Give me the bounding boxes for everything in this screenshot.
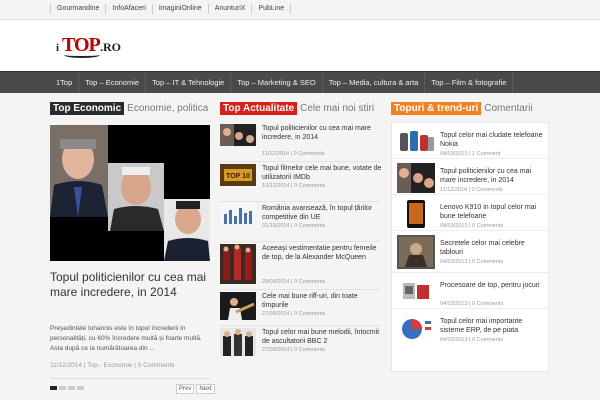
list-item-title[interactable]: Secretele celor mai celebre tablouri	[440, 239, 548, 257]
slider-pager: Prev Next	[176, 384, 215, 394]
top10-thumb[interactable]: TOP 10	[220, 164, 256, 186]
list-item-title[interactable]: Cele mai bune riff-uri, din toate timpur…	[262, 292, 382, 310]
chart-thumb[interactable]	[220, 204, 256, 226]
section-tag[interactable]: Topuri & trend-uri	[391, 102, 482, 115]
nav-item-economie[interactable]: Top – Economie	[79, 72, 147, 93]
list-item[interactable]: Topul politicienilor cu cea mai mare inc…	[220, 122, 380, 162]
slider-dot[interactable]	[68, 386, 75, 390]
list-item[interactable]: TOP 10 Topul filmelor cele mai bune, vot…	[220, 162, 382, 202]
band-thumb[interactable]	[220, 328, 256, 356]
fashion-thumb[interactable]	[220, 244, 256, 284]
network-link[interactable]: PubLine	[251, 4, 292, 14]
main-nav: 1Top Top – Economie Top – IT & Tehnologi…	[0, 71, 600, 93]
feature-title[interactable]: Topul politicienilor cu cea mai mare inc…	[50, 270, 215, 300]
list-item-meta: 11/12/2014 | 0 Comments	[262, 151, 325, 157]
prev-button[interactable]: Prev	[176, 384, 195, 394]
section-tag[interactable]: Top Actualitate	[220, 102, 298, 115]
nav-item-marketing[interactable]: Top – Marketing & SEO	[231, 72, 323, 93]
section-title-actualitate: Top Actualitate Cele mai noi stiri	[220, 102, 374, 115]
site-logo[interactable]: i TOP .RO	[56, 34, 136, 58]
politicians-thumb[interactable]	[397, 163, 435, 193]
logo-ro: .RO	[100, 40, 121, 54]
list-item-title[interactable]: Topul politicienilor cu cea mai mare inc…	[440, 167, 548, 185]
list-item-title[interactable]: România avansează, în topul țărilor comp…	[262, 204, 382, 222]
logo-swoosh	[64, 52, 100, 58]
section-subtitle: Comentarii	[484, 103, 533, 114]
nav-item-1top[interactable]: 1Top	[50, 72, 80, 93]
list-item-title[interactable]: Lenovo K910 in topul celor mai bune tele…	[440, 203, 548, 221]
list-item[interactable]: Procesoare de top, pentru jocuri 04/03/2…	[392, 273, 548, 309]
network-link[interactable]: InfoAfaceri	[105, 4, 151, 14]
list-item-meta: 04/03/2013 | 0 Comments	[440, 301, 504, 307]
section-subtitle: Economie, politica	[127, 103, 209, 114]
next-button[interactable]: Next	[196, 384, 215, 394]
divider	[50, 378, 210, 379]
section-title-trenduri: Topuri & trend-uri Comentarii	[391, 102, 533, 115]
trends-panel: Topul celor mai cludate telefoane Nokia …	[391, 122, 549, 372]
list-item[interactable]: Lenovo K910 in topul celor mai bune tele…	[392, 195, 548, 231]
phones-thumb[interactable]	[397, 127, 435, 157]
list-item[interactable]: Secretele celor mai celebre tablouri 04/…	[392, 231, 548, 273]
slider-dot-active[interactable]	[50, 386, 57, 390]
list-item[interactable]: Cele mai bune riff-uri, din toate timpur…	[220, 290, 380, 326]
list-item-title[interactable]: Topul celor mai bune melodii, întocmit d…	[262, 328, 382, 346]
section-subtitle: Cele mai noi stiri	[300, 103, 375, 114]
top-bar: Gourmandine InfoAfaceri ImaginiOnline An…	[0, 0, 600, 20]
feature-meta: 11/12/2014 | Top - Economie | 0 Comments	[50, 362, 175, 369]
list-item[interactable]: Topul celor mai importante sisteme ERP, …	[392, 309, 548, 345]
slider-dot[interactable]	[59, 386, 66, 390]
list-item-meta: 04/03/2013 | 1 Comment	[440, 151, 501, 157]
list-item-title[interactable]: Topul celor mai cludate telefoane Nokia	[440, 131, 548, 149]
list-item[interactable]: Aceeași vestimentatie pentru femeile de …	[220, 242, 380, 290]
list-item-title[interactable]: Topul celor mai importante sisteme ERP, …	[440, 317, 548, 335]
list-item[interactable]: Topul celor mai cludate telefoane Nokia …	[392, 123, 548, 159]
list-item-title[interactable]: Procesoare de top, pentru jocuri	[440, 281, 548, 290]
feature-excerpt: Președintele Iohannis este în topul încr…	[50, 325, 202, 352]
list-item-meta: 10/12/2014 | 0 Comments	[262, 183, 326, 189]
list-item-meta: 04/03/2013 | 0 Comments	[440, 223, 504, 229]
network-links: Gourmandine InfoAfaceri ImaginiOnline An…	[50, 4, 292, 14]
slider-dots	[50, 386, 84, 390]
lenovo-thumb[interactable]	[397, 199, 435, 229]
list-item-meta: 27/09/2014 | 0 Comments	[262, 311, 326, 317]
site-header: i TOP .RO	[0, 20, 600, 71]
section-tag[interactable]: Top Economic	[50, 102, 125, 115]
erp-thumb[interactable]	[397, 313, 435, 343]
slider-dot[interactable]	[77, 386, 84, 390]
guitar-thumb[interactable]	[220, 292, 256, 320]
news-list: Topul politicienilor cu cea mai mare inc…	[220, 122, 382, 362]
network-link[interactable]: AnunturiX	[207, 4, 252, 14]
list-item[interactable]: Topul celor mai bune melodii, întocmit d…	[220, 326, 380, 362]
logo-i: i	[56, 42, 60, 54]
list-item-meta: 01/10/2014 | 0 Comments	[262, 223, 326, 229]
list-item-meta: 29/09/2014 | 0 Comments	[262, 279, 326, 285]
cpu-thumb[interactable]	[397, 277, 435, 307]
list-item[interactable]: Topul politicienilor cu cea mai mare inc…	[392, 159, 548, 195]
list-item-meta: 04/03/2013 | 0 Comments	[440, 259, 504, 265]
section-title-economic: Top Economic Economie, politica	[50, 102, 208, 115]
list-item-title[interactable]: Aceeași vestimentatie pentru femeile de …	[262, 244, 382, 262]
list-item-meta: 04/03/2013 | 0 Comments	[440, 337, 504, 343]
painting-thumb[interactable]	[397, 235, 435, 269]
list-item-meta: 27/09/2014 | 0 Comments	[262, 347, 326, 353]
list-item-title[interactable]: Topul politicienilor cu cea mai mare inc…	[262, 124, 382, 142]
svg-text:TOP 10: TOP 10	[226, 173, 250, 180]
feature-image[interactable]	[50, 125, 210, 261]
politicians-thumb[interactable]	[220, 124, 256, 146]
nav-item-film[interactable]: Top – Film & fotografie	[425, 72, 514, 93]
nav-item-it[interactable]: Top – IT & Tehnologie	[146, 72, 232, 93]
list-item-title[interactable]: Topul filmelor cele mai bune, votate de …	[262, 164, 382, 182]
list-item-meta: 11/12/2014 | 0 Comments	[440, 187, 503, 193]
network-link[interactable]: ImaginiOnline	[151, 4, 208, 14]
nav-item-media[interactable]: Top – Media, cultura & arta	[323, 72, 426, 93]
list-item[interactable]: România avansează, în topul țărilor comp…	[220, 202, 380, 242]
politicians-photo	[50, 125, 210, 261]
network-link[interactable]: Gourmandine	[50, 4, 105, 14]
